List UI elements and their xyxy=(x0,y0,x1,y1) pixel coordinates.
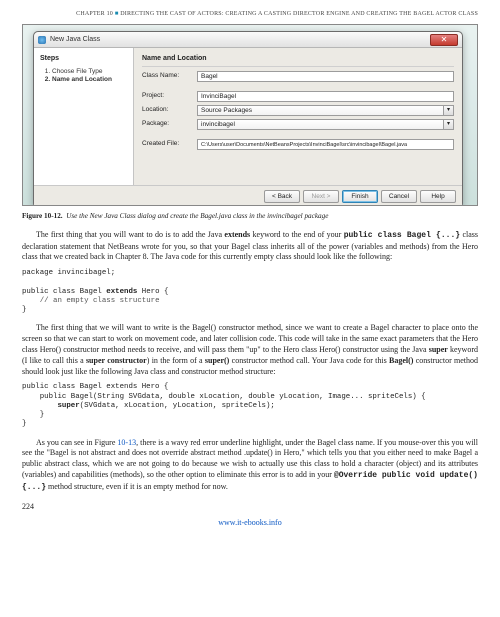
steps-header: Steps xyxy=(40,54,127,63)
form-header: Name and Location xyxy=(142,54,454,66)
chevron-down-icon[interactable]: ▾ xyxy=(444,119,454,130)
code-block-2: public class Bagel extends Hero { public… xyxy=(22,383,478,429)
class-name-label: Class Name: xyxy=(142,72,197,81)
java-icon xyxy=(38,36,46,44)
back-button[interactable]: < Back xyxy=(264,190,300,203)
close-icon[interactable]: ✕ xyxy=(430,34,458,46)
dialog-titlebar: New Java Class ✕ xyxy=(34,32,462,48)
chevron-down-icon[interactable]: ▾ xyxy=(444,105,454,116)
location-select[interactable]: Source Packages xyxy=(197,105,444,116)
paragraph-2: The first thing that we will want to wri… xyxy=(22,323,478,377)
dialog-title: New Java Class xyxy=(50,35,100,44)
footer-link[interactable]: www.it-ebooks.info xyxy=(22,518,478,529)
form-pane: Name and Location Class Name: Bagel Proj… xyxy=(134,48,462,184)
project-label: Project: xyxy=(142,92,197,101)
finish-button[interactable]: Finish xyxy=(342,190,378,203)
page-number: 224 xyxy=(22,502,478,513)
step-name-and-location: Name and Location xyxy=(52,76,127,85)
package-label: Package: xyxy=(142,120,197,129)
code-block-1: package invincibagel; public class Bagel… xyxy=(22,269,478,315)
screenshot-region: New Java Class ✕ Steps Choose File Type … xyxy=(22,24,478,206)
figure-caption: Figure 10-12. Use the New Java Class dia… xyxy=(22,212,478,222)
cancel-button[interactable]: Cancel xyxy=(381,190,417,203)
paragraph-3: As you can see in Figure 10-13, there is… xyxy=(22,438,478,494)
location-label: Location: xyxy=(142,106,197,115)
new-java-class-dialog: New Java Class ✕ Steps Choose File Type … xyxy=(33,31,463,206)
created-file-field: C:\Users\user\Documents\NetBeansProjects… xyxy=(197,139,454,150)
package-select[interactable]: invincibagel xyxy=(197,119,444,130)
created-file-label: Created File: xyxy=(142,140,197,149)
dialog-button-bar: < Back Next > Finish Cancel Help xyxy=(34,185,462,207)
help-button[interactable]: Help xyxy=(420,190,456,203)
chapter-header: CHAPTER 10 ■ DIRECTING THE CAST OF ACTOR… xyxy=(22,10,478,18)
project-field: InvinciBagel xyxy=(197,91,454,102)
step-choose-file-type: Choose File Type xyxy=(52,68,127,77)
paragraph-1: The first thing that you will want to do… xyxy=(22,230,478,263)
steps-pane: Steps Choose File Type Name and Location xyxy=(34,48,134,184)
class-name-field[interactable]: Bagel xyxy=(197,71,454,82)
next-button: Next > xyxy=(303,190,339,203)
